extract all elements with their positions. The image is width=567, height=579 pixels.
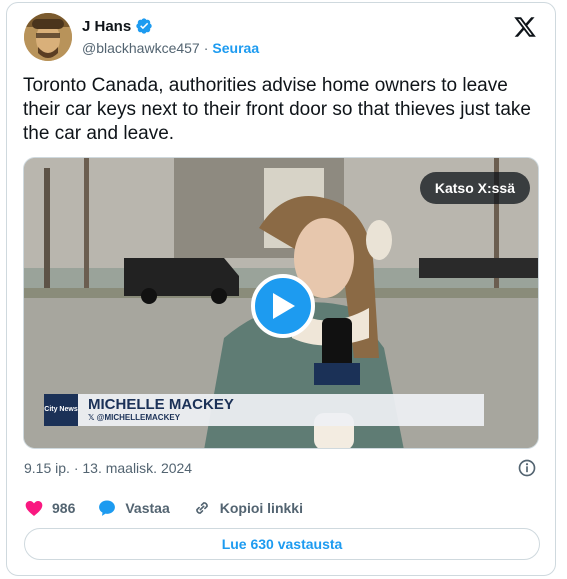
reply-label: Vastaa	[125, 500, 170, 516]
copy-link-label: Kopioi linkki	[219, 500, 303, 516]
citynews-logo: City News	[44, 394, 78, 426]
lower-third-text: MICHELLE MACKEY 𝕏 @MICHELLEMACKEY	[78, 394, 484, 426]
separator-dot: ·	[203, 40, 209, 56]
like-button[interactable]: 986	[24, 498, 75, 518]
author-handle-row: @blackhawkce457 · Seuraa	[82, 40, 259, 56]
info-icon[interactable]	[517, 458, 537, 478]
heart-icon	[25, 501, 43, 516]
avatar[interactable]	[24, 13, 72, 61]
news-lower-third: City News MICHELLE MACKEY 𝕏 @MICHELLEMAC…	[44, 394, 484, 426]
x-logo-icon[interactable]	[513, 15, 537, 39]
reply-bubble-icon	[99, 500, 116, 516]
verified-badge-icon	[136, 18, 152, 34]
like-count: 986	[52, 500, 76, 516]
play-button[interactable]	[251, 274, 315, 338]
tweet-text: Toronto Canada, authorities advise home …	[23, 75, 531, 144]
link-icon	[195, 502, 208, 514]
play-icon	[273, 293, 295, 319]
avatar-image	[24, 13, 72, 61]
follow-link[interactable]: Seuraa	[212, 40, 259, 56]
author-display-name[interactable]: J Hans	[82, 18, 131, 35]
author-handle[interactable]: @blackhawkce457	[82, 40, 200, 56]
reply-button[interactable]: Vastaa	[97, 498, 170, 518]
reporter-name: MICHELLE MACKEY	[88, 396, 234, 413]
tweet-timestamp[interactable]: 9.15 ip. · 13. maalisk. 2024	[24, 460, 192, 476]
tweet-embed-card: J Hans @blackhawkce457 · Seuraa Toronto …	[6, 2, 556, 576]
reporter-handle: 𝕏 @MICHELLEMACKEY	[88, 413, 181, 422]
video-player[interactable]: Katso X:ssä City News MICHELLE MACKEY 𝕏 …	[23, 157, 539, 449]
copy-link-button[interactable]: Kopioi linkki	[192, 498, 303, 518]
author-name-row[interactable]: J Hans	[82, 17, 153, 35]
watch-on-x-button[interactable]: Katso X:ssä	[419, 172, 530, 204]
read-replies-button[interactable]: Lue 630 vastausta	[24, 528, 540, 560]
tweet-actions: 986 Vastaa Kopioi linkki	[24, 498, 325, 518]
